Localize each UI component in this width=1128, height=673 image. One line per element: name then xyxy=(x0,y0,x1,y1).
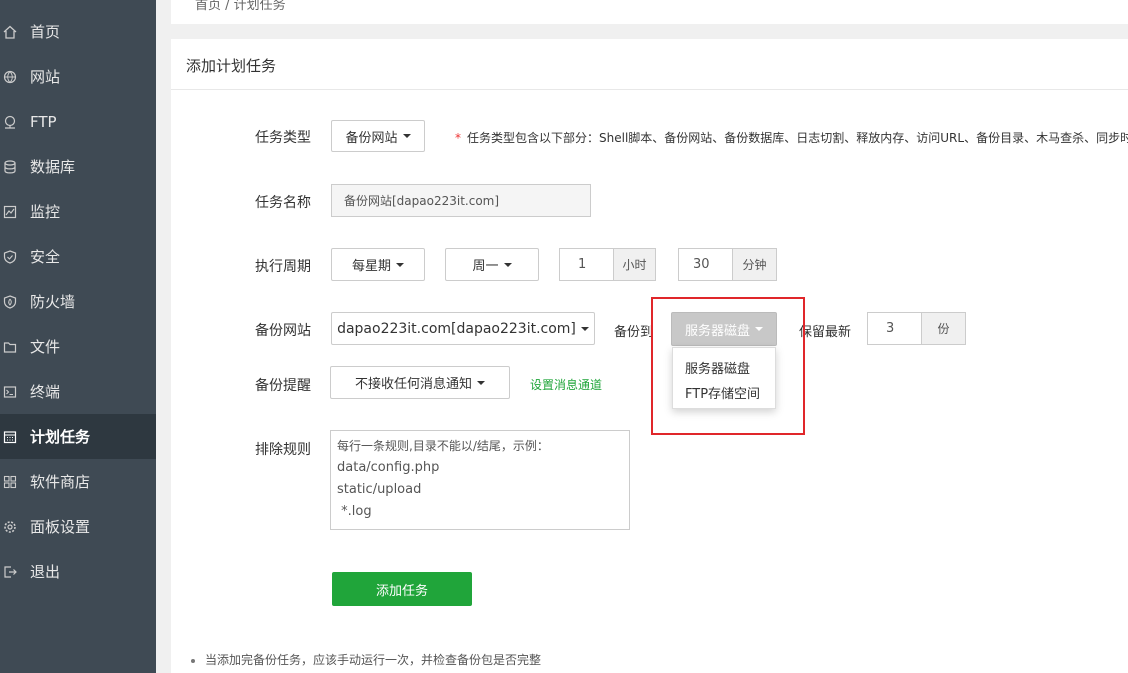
chevron-down-icon xyxy=(503,262,512,267)
minute-input[interactable]: 30 xyxy=(678,248,733,281)
backup-site-value: dapao223it.com[dapao223it.com] xyxy=(337,320,576,337)
sidebar-item-settings[interactable]: 面板设置 xyxy=(0,504,156,549)
task-type-label: 任务类型 xyxy=(255,130,311,146)
hour-input[interactable]: 1 xyxy=(559,248,614,281)
task-name-label: 任务名称 xyxy=(255,195,311,211)
task-type-value: 备份网站 xyxy=(345,130,398,146)
database-icon xyxy=(4,159,16,173)
sidebar-item-label: 退出 xyxy=(30,563,61,581)
breadcrumb: 首页 / 计划任务 xyxy=(195,0,286,13)
minute-unit: 分钟 xyxy=(733,248,777,281)
sidebar-item-label: 软件商店 xyxy=(30,473,91,491)
task-type-hint: * 任务类型包含以下部分：Shell脚本、备份网站、备份数据库、日志切割、释放内存… xyxy=(455,129,1128,146)
folder-icon xyxy=(3,341,17,353)
sidebar-item-label: 数据库 xyxy=(30,158,76,176)
sidebar-item-label: 计划任务 xyxy=(30,428,91,446)
chevron-down-icon xyxy=(402,134,411,138)
exclude-label: 排除规则 xyxy=(255,442,311,458)
sidebar-item-label: 监控 xyxy=(30,203,61,221)
sidebar-item-label: 首页 xyxy=(30,23,61,41)
apps-icon xyxy=(3,475,17,488)
add-cron-panel: 添加计划任务 任务类型 备份网站 * 任务类型包含以下部分：Shell脚本、备份网… xyxy=(171,39,1128,673)
notify-value: 不接收任何消息通知 xyxy=(354,377,472,392)
weekday-value: 周一 xyxy=(472,259,499,274)
task-type-select[interactable]: 备份网站 xyxy=(331,120,425,152)
weekday-select[interactable]: 周一 xyxy=(445,248,539,281)
period-value: 每星期 xyxy=(351,259,391,274)
bullet-icon xyxy=(191,658,195,663)
highlight-box xyxy=(651,297,805,435)
panel-header: 添加计划任务 xyxy=(171,39,1128,90)
sidebar-item-label: FTP xyxy=(30,112,57,131)
exclude-line: static/upload xyxy=(337,482,422,497)
logout-icon xyxy=(4,565,17,578)
ftp-icon xyxy=(4,115,16,129)
sidebar-item-store[interactable]: 软件商店 xyxy=(0,459,156,504)
keep-count-input[interactable]: 3 xyxy=(867,312,922,345)
exclude-line: data/config.php xyxy=(337,460,440,475)
sidebar-item-label: 网站 xyxy=(30,68,61,86)
sidebar-item-ftp[interactable]: FTP xyxy=(0,99,156,144)
sidebar-item-files[interactable]: 文件 xyxy=(0,324,156,369)
sidebar-item-security[interactable]: 安全 xyxy=(0,234,156,279)
required-star: * xyxy=(455,131,461,145)
backup-site-label: 备份网站 xyxy=(255,323,311,339)
note-text: 当添加完备份任务，应该手动运行一次，并检查备份包是否完整 xyxy=(205,653,542,667)
note: 当添加完备份任务，应该手动运行一次，并检查备份包是否完整 xyxy=(191,651,541,668)
sidebar-item-label: 防火墙 xyxy=(30,293,76,311)
hour-unit: 小时 xyxy=(614,248,656,281)
notify-select[interactable]: 不接收任何消息通知 xyxy=(330,366,510,399)
monitor-icon xyxy=(3,205,17,218)
backup-site-select[interactable]: dapao223it.com[dapao223it.com] xyxy=(331,312,595,345)
sidebar-item-cron[interactable]: 计划任务 xyxy=(0,414,156,459)
calendar-icon xyxy=(3,430,17,443)
keep-latest-label: 保留最新 xyxy=(799,325,852,340)
sidebar-item-label: 面板设置 xyxy=(30,518,91,536)
gear-icon xyxy=(4,520,16,533)
exclude-rules-textarea[interactable]: 每行一条规则,目录不能以/结尾，示例： data/config.php stat… xyxy=(330,430,630,530)
globe-icon xyxy=(3,70,17,83)
sidebar-item-terminal[interactable]: 终端 xyxy=(0,369,156,414)
set-notify-channel-link[interactable]: 设置消息通道 xyxy=(530,376,602,393)
sidebar-item-website[interactable]: 网站 xyxy=(0,54,156,99)
notify-label: 备份提醒 xyxy=(255,378,311,394)
sidebar-item-monitor[interactable]: 监控 xyxy=(0,189,156,234)
firewall-icon xyxy=(3,294,17,309)
sidebar-item-label: 安全 xyxy=(30,248,61,266)
backup-to-label: 备份到 xyxy=(614,325,654,340)
exclude-line: *.log xyxy=(337,504,372,519)
task-name-input[interactable]: 备份网站[dapao223it.com] xyxy=(331,184,591,217)
panel-title: 添加计划任务 xyxy=(186,57,277,75)
chevron-down-icon xyxy=(580,326,589,331)
sidebar-item-logout[interactable]: 退出 xyxy=(0,549,156,594)
chevron-down-icon xyxy=(477,380,485,385)
sidebar: 首页 网站 FTP 数据库 监控 安全 防火墙 文件 终端 计划任务 软件商店 xyxy=(0,0,156,673)
cycle-label: 执行周期 xyxy=(255,259,311,275)
add-task-button[interactable]: 添加任务 xyxy=(332,572,472,606)
breadcrumb-bar: 首页 / 计划任务 xyxy=(171,0,1128,24)
sidebar-item-label: 文件 xyxy=(30,338,61,356)
period-select[interactable]: 每星期 xyxy=(331,248,425,281)
home-icon xyxy=(3,25,17,39)
task-type-hint-text: 任务类型包含以下部分：Shell脚本、备份网站、备份数据库、日志切割、释放内存、… xyxy=(467,131,1128,145)
keep-unit: 份 xyxy=(922,312,966,345)
sidebar-item-database[interactable]: 数据库 xyxy=(0,144,156,189)
sidebar-item-label: 终端 xyxy=(30,383,61,401)
exclude-line: 每行一条规则,目录不能以/结尾，示例： xyxy=(337,439,549,453)
sidebar-item-firewall[interactable]: 防火墙 xyxy=(0,279,156,324)
terminal-icon xyxy=(3,385,17,398)
sidebar-item-home[interactable]: 首页 xyxy=(0,9,156,54)
chevron-down-icon xyxy=(396,262,404,267)
shield-icon xyxy=(3,249,17,264)
